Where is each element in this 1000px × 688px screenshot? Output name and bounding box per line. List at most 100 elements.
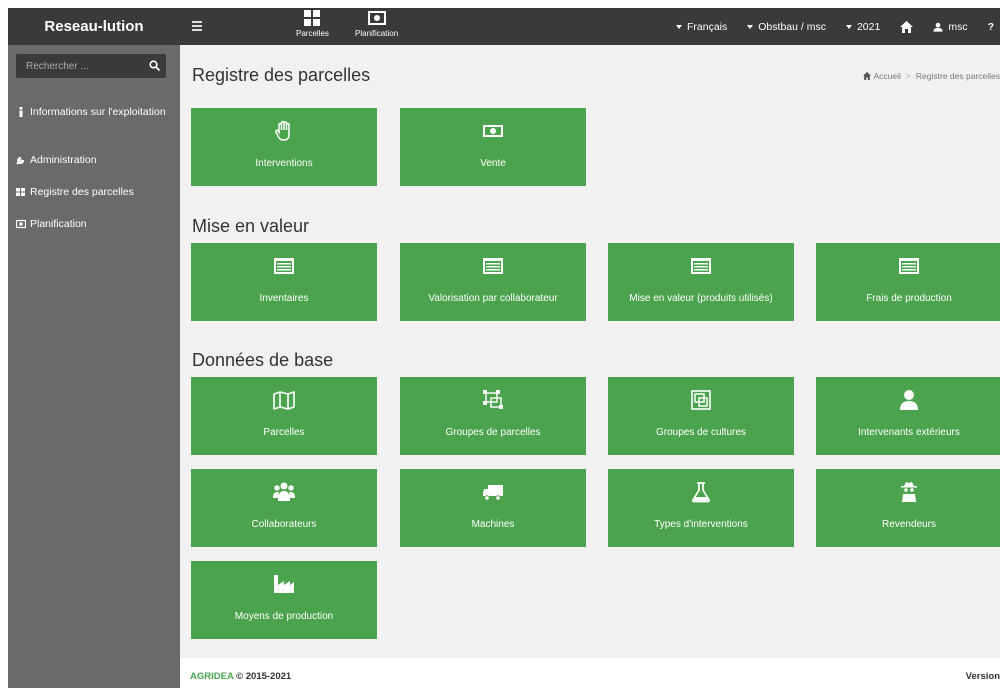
user-menu[interactable]: msc bbox=[933, 20, 968, 33]
tile-machines[interactable]: Machines bbox=[400, 469, 586, 547]
grid-icon bbox=[16, 185, 30, 199]
money-icon bbox=[16, 217, 30, 231]
language-label: Français bbox=[687, 20, 728, 33]
caret-down-icon bbox=[747, 24, 754, 29]
breadcrumb: Accueil > Registre des parcelles bbox=[862, 71, 1000, 81]
tile-collaborateurs[interactable]: Collaborateurs bbox=[191, 469, 377, 547]
tile-parcelles[interactable]: Parcelles bbox=[191, 377, 377, 455]
tile-label: Moyens de production bbox=[234, 611, 334, 622]
tile-interventions[interactable]: Interventions bbox=[191, 108, 377, 186]
tile-label: Vente bbox=[480, 158, 506, 169]
breadcrumb-home[interactable]: Accueil bbox=[874, 71, 901, 81]
topnav-parcelles[interactable]: Parcelles bbox=[296, 10, 329, 43]
topnav-parcelles-label: Parcelles bbox=[296, 29, 329, 38]
hand-icon bbox=[275, 120, 290, 141]
tile-groupes-de-parcelles[interactable]: Groupes de parcelles bbox=[400, 377, 586, 455]
grid-icon bbox=[304, 10, 321, 26]
caret-down-icon bbox=[845, 24, 852, 29]
truck-icon bbox=[483, 485, 503, 501]
home-icon bbox=[900, 20, 914, 33]
tile-label: Parcelles bbox=[263, 427, 305, 438]
sidebar-item-label: Administration bbox=[30, 154, 97, 166]
tile-intervenants-exterieurs[interactable]: Intervenants extérieurs bbox=[816, 377, 1000, 455]
search-icon[interactable] bbox=[149, 60, 160, 71]
section-title-mise-en-valeur: Mise en valeur bbox=[192, 216, 310, 236]
tile-vente[interactable]: Vente bbox=[400, 108, 586, 186]
sidebar-item-label: Informations sur l'exploitation bbox=[30, 106, 166, 118]
tile-label: Collaborateurs bbox=[251, 519, 317, 530]
account-dropdown[interactable]: Obstbau / msc bbox=[747, 21, 826, 33]
list-window-icon bbox=[274, 258, 294, 274]
app-brand[interactable]: Reseau-lution bbox=[8, 8, 180, 45]
tile-label: Mise en valeur (produits utilisés) bbox=[629, 293, 773, 304]
sidebar-item-administration[interactable]: Administration bbox=[16, 153, 97, 167]
tile-revendeurs[interactable]: Revendeurs bbox=[816, 469, 1000, 547]
tile-label: Frais de production bbox=[866, 293, 952, 304]
tile-label: Interventions bbox=[255, 158, 313, 169]
breadcrumb-separator: > bbox=[905, 71, 911, 81]
breadcrumb-current: Registre des parcelles bbox=[915, 71, 1000, 81]
tile-types-d-interventions[interactable]: Types d'interventions bbox=[608, 469, 794, 547]
sidebar: Informations sur l'exploitation Administ… bbox=[8, 45, 180, 688]
search-input[interactable] bbox=[16, 54, 146, 78]
page-title: Registre des parcelles bbox=[192, 65, 371, 85]
user-icon bbox=[900, 390, 918, 410]
tile-groupes-de-cultures[interactable]: Groupes de cultures bbox=[608, 377, 794, 455]
top-right-menu: Français Obstbau / msc 2021 msc ? bbox=[656, 8, 1000, 45]
tile-valorisation[interactable]: Valorisation par collaborateur bbox=[400, 243, 586, 321]
user-secret-icon bbox=[901, 482, 917, 502]
footer-brand-link[interactable]: AGRIDEA bbox=[190, 671, 233, 682]
tile-label: Inventaires bbox=[259, 293, 309, 304]
sidebar-item-registre[interactable]: Registre des parcelles bbox=[16, 185, 134, 199]
users-icon bbox=[273, 482, 295, 501]
tile-label: Valorisation par collaborateur bbox=[428, 293, 558, 304]
footer-copyright-text: © 2015-2021 bbox=[236, 671, 292, 682]
clone-icon bbox=[691, 390, 711, 410]
footer: AGRIDEA © 2015-2021 Version bbox=[180, 658, 1000, 688]
sidebar-item-label: Registre des parcelles bbox=[30, 186, 134, 198]
section-title-donnees-de-base: Données de base bbox=[192, 350, 334, 370]
tile-label: Groupes de cultures bbox=[655, 427, 747, 438]
user-label: msc bbox=[948, 20, 968, 33]
list-window-icon bbox=[899, 258, 919, 274]
year-label: 2021 bbox=[856, 20, 881, 33]
account-label: Obstbau / msc bbox=[758, 20, 826, 33]
user-icon bbox=[933, 22, 943, 32]
topnav-planification-label: Planification bbox=[355, 29, 399, 38]
help-button[interactable]: ? bbox=[988, 21, 994, 33]
tile-label: Machines bbox=[471, 519, 515, 530]
sidebar-item-planification[interactable]: Planification bbox=[16, 217, 87, 231]
footer-version: Version bbox=[965, 671, 1000, 682]
tile-moyens-de-production[interactable]: Moyens de production bbox=[191, 561, 377, 639]
topnav-planification[interactable]: Planification bbox=[355, 10, 398, 43]
home-button[interactable] bbox=[900, 20, 914, 33]
tile-inventaires[interactable]: Inventaires bbox=[191, 243, 377, 321]
sidebar-search bbox=[16, 54, 166, 78]
language-dropdown[interactable]: Français bbox=[676, 21, 727, 33]
money-icon bbox=[483, 125, 503, 137]
object-group-icon bbox=[483, 390, 503, 409]
tile-label: Types d'interventions bbox=[654, 519, 748, 530]
wrench-icon bbox=[16, 153, 30, 167]
sidebar-item-informations[interactable]: Informations sur l'exploitation bbox=[16, 105, 166, 119]
list-window-icon bbox=[691, 258, 711, 274]
info-icon bbox=[16, 105, 30, 119]
footer-copyright: AGRIDEA © 2015-2021 bbox=[190, 671, 291, 682]
menu-toggle-icon[interactable] bbox=[192, 21, 202, 31]
industry-icon bbox=[274, 575, 294, 593]
map-icon bbox=[273, 391, 295, 410]
tile-label: Intervenants extérieurs bbox=[858, 427, 960, 438]
flask-icon bbox=[692, 482, 710, 503]
app-frame: Reseau-lution Parcelles Planification Fr… bbox=[8, 8, 1000, 688]
year-dropdown[interactable]: 2021 bbox=[845, 20, 881, 33]
top-bar: Reseau-lution Parcelles Planification Fr… bbox=[8, 8, 1000, 45]
tile-frais-de-production[interactable]: Frais de production bbox=[816, 243, 1000, 321]
tile-label: Groupes de parcelles bbox=[445, 427, 541, 438]
tile-label: Revendeurs bbox=[882, 519, 936, 530]
sidebar-item-label: Planification bbox=[30, 218, 87, 230]
caret-down-icon bbox=[676, 24, 682, 29]
tile-mise-en-valeur-produits[interactable]: Mise en valeur (produits utilisés) bbox=[608, 243, 794, 321]
list-window-icon bbox=[483, 258, 503, 274]
home-icon bbox=[862, 72, 871, 80]
money-icon bbox=[367, 11, 386, 25]
